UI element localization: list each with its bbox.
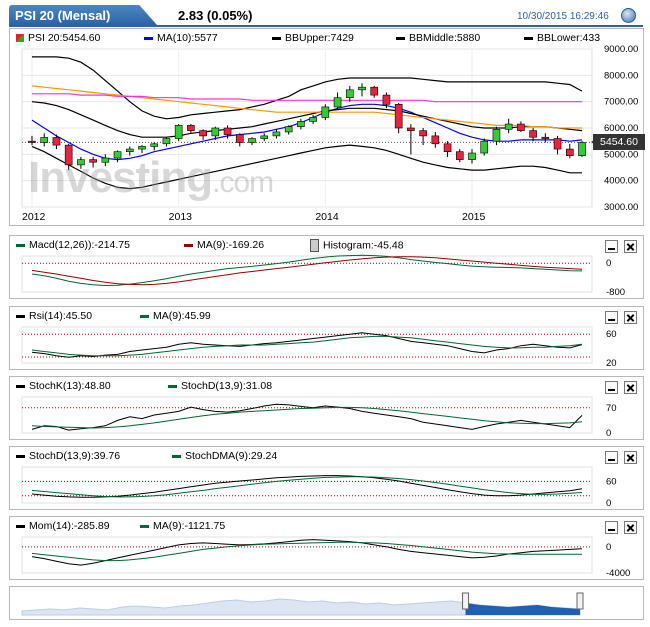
instrument-tab[interactable]: PSI 20 (Mensal) [9, 5, 157, 25]
stochd-chart-svg: 60 0 [21, 466, 617, 509]
y-tick-label: 0 [606, 428, 611, 439]
investing-watermark: Investing.com [28, 153, 274, 202]
candle [480, 140, 489, 154]
candle [455, 151, 464, 160]
indicator-plot-area [21, 466, 593, 504]
y-tick-label: 0 [606, 258, 611, 269]
candle [443, 143, 452, 153]
navigator-handle [462, 592, 470, 610]
orange-ma-line [31, 85, 582, 129]
stochd-panel: StochD(13,9):39.76 StochDMA(9):29.24 60 0 [9, 446, 644, 510]
candle [504, 123, 513, 130]
candle [309, 117, 317, 122]
indicator-line [31, 254, 583, 287]
indicator-line [31, 406, 583, 429]
y-tick-label: 3000.00 [604, 202, 638, 213]
candle [187, 125, 195, 131]
y-tick-label: 8000.00 [604, 70, 638, 81]
x-tick-label: 2014 [315, 211, 339, 223]
candle [431, 135, 440, 145]
y-tick-label: -4000 [606, 568, 630, 579]
candle [541, 136, 550, 139]
indicator-line [31, 541, 582, 562]
last-update-time: 10/30/2015 16:29:46 [517, 11, 609, 22]
indicator-plot-area [21, 255, 593, 293]
candle [407, 127, 415, 131]
candle [419, 130, 427, 137]
candle [284, 126, 293, 133]
y-tick-label: 4000.00 [604, 176, 638, 187]
candle [333, 97, 342, 108]
candle [578, 142, 586, 156]
range-navigator[interactable] [9, 586, 644, 620]
candle [150, 143, 159, 147]
candle [211, 127, 220, 137]
candle [529, 130, 537, 138]
y-tick-label: 0 [606, 498, 611, 509]
indicator-line [31, 332, 583, 358]
candle [382, 94, 391, 105]
candle [174, 125, 183, 139]
header-underline [9, 25, 643, 27]
candle [260, 135, 269, 139]
y-tick-label: 60 [606, 476, 617, 487]
indicator-line [31, 476, 583, 498]
stochk-chart-svg: 70 0 [21, 396, 617, 439]
candle [394, 104, 403, 129]
indicator-plot-area [21, 326, 593, 364]
candle [125, 148, 134, 152]
x-tick-label: 2015 [462, 211, 486, 223]
x-tick-label: 2012 [22, 211, 46, 223]
candle [468, 152, 476, 160]
y-tick-label: 20 [606, 358, 617, 369]
candle [52, 137, 61, 146]
y-tick-label: -800 [606, 287, 625, 298]
candle [492, 129, 501, 142]
y-tick-label: 9000.00 [604, 44, 638, 55]
macd-panel: Macd(12,26)):-214.75 MA(9):-169.26 Histo… [9, 235, 644, 299]
candle [321, 106, 330, 118]
candle [162, 138, 171, 145]
y-tick-label: 70 [606, 403, 617, 414]
indicator-plot-area [21, 536, 593, 574]
indicator-line [31, 256, 583, 286]
candle [199, 130, 207, 137]
y-tick-label: 0 [606, 542, 611, 553]
price-change: 2.83 (0.05%) [178, 8, 253, 23]
candle [358, 86, 366, 91]
candle [297, 121, 305, 127]
candle [565, 148, 574, 156]
candle [272, 131, 281, 137]
y-tick-label: 60 [606, 329, 617, 340]
candle [248, 138, 256, 143]
chart-header: PSI 20 (Mensal) 2.83 (0.05%) 10/30/2015 … [0, 0, 650, 28]
candle [40, 137, 49, 143]
candle [370, 86, 379, 96]
rsi-panel: Rsi(14):45.50 MA(9):45.99 60 20 [9, 306, 644, 370]
y-tick-label: 6000.00 [604, 123, 638, 134]
y-tick-label: 7000.00 [604, 97, 638, 108]
momentum-panel: Mom(14):-285.89 MA(9):-1121.75 0 -4000 [9, 516, 644, 580]
stochk-panel: StochK(13):48.80 StochD(13,9):31.08 70 0 [9, 376, 644, 440]
current-price-tag: 5454.60 [591, 134, 645, 150]
candle [28, 140, 36, 143]
momentum-chart-svg: 0 -4000 [21, 536, 630, 579]
candle [223, 127, 232, 135]
x-tick-label: 2013 [169, 211, 193, 223]
rsi-chart-svg: 60 20 [21, 326, 617, 369]
instrument-title: PSI 20 (Mensal) [15, 8, 111, 23]
navigator-handle [576, 592, 584, 610]
navigator-svg[interactable] [10, 587, 643, 619]
candle [138, 146, 146, 150]
y-tick-label: 5000.00 [604, 149, 638, 160]
candle [517, 123, 525, 131]
candle [553, 138, 562, 150]
macd-chart-svg: 0 -800 [21, 254, 625, 298]
candle [235, 134, 244, 143]
refresh-icon[interactable] [621, 8, 636, 23]
bb-upper-line [32, 56, 583, 120]
candle [345, 89, 354, 99]
